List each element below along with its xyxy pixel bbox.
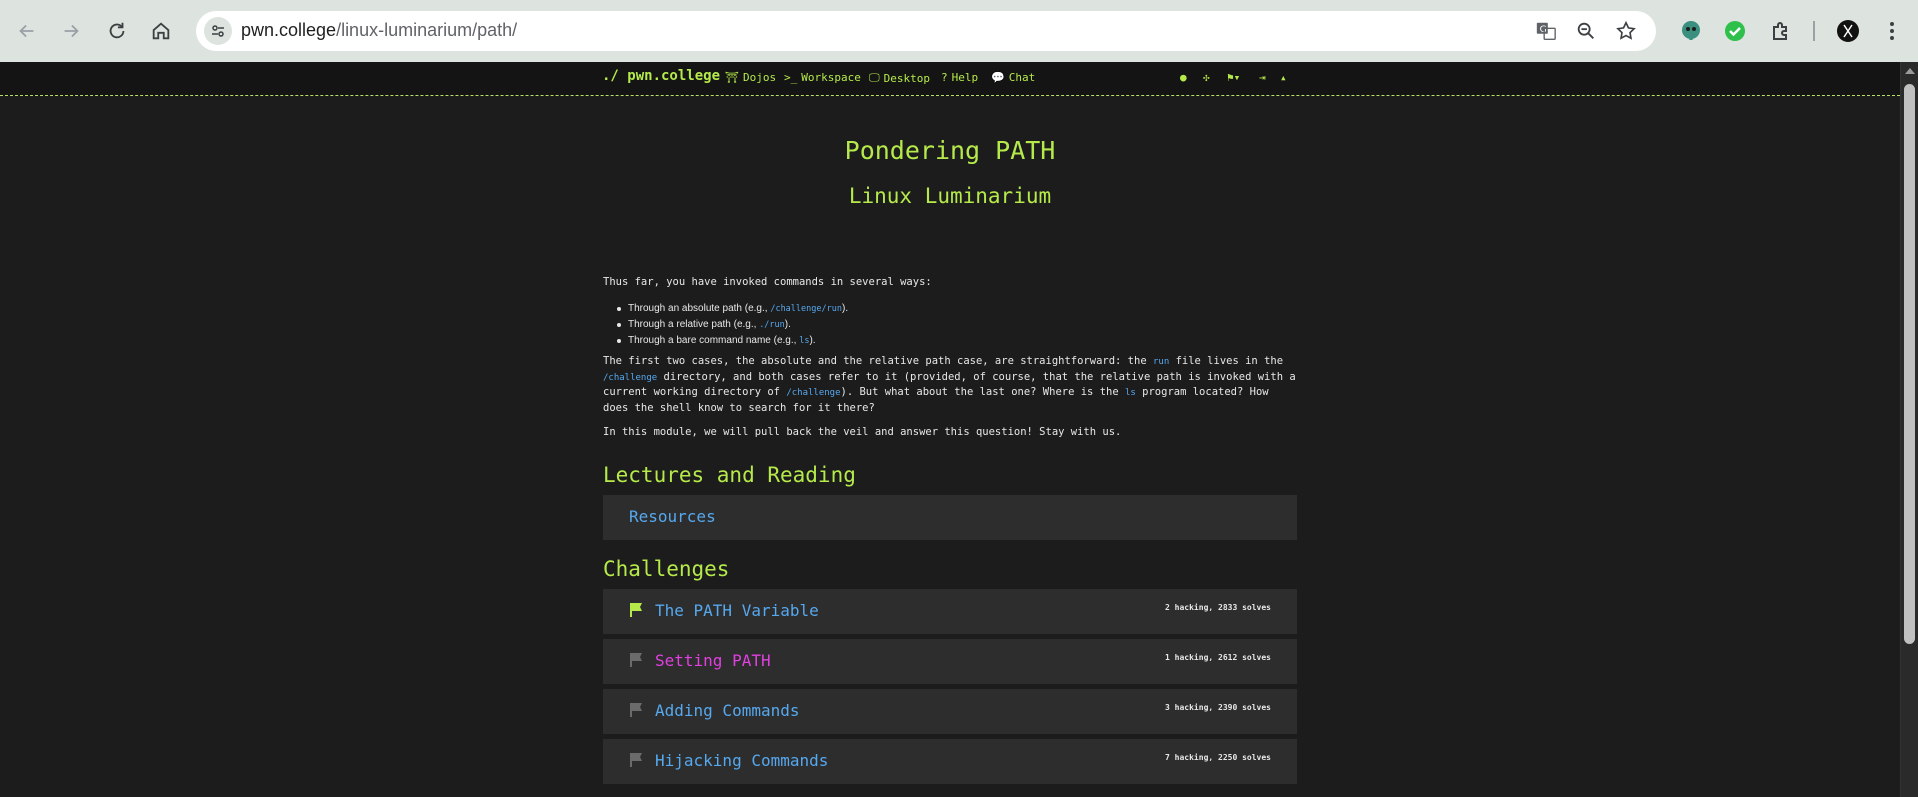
list-item: Through a relative path (e.g., ./run).: [603, 317, 1297, 333]
challenge-card[interactable]: The PATH Variable 2 hacking, 2833 solves: [603, 589, 1297, 634]
challenge-card[interactable]: Hijacking Commands 7 hacking, 2250 solve…: [603, 739, 1297, 784]
lectures-heading: Lectures and Reading: [603, 463, 856, 487]
scroll-up-icon[interactable]: [1905, 68, 1915, 74]
page-subtitle[interactable]: Linux Luminarium: [603, 184, 1297, 208]
list-item-suffix: ).: [841, 303, 849, 314]
brand-link[interactable]: ./ pwn.college: [602, 68, 720, 84]
inline-code: ./run: [759, 320, 785, 330]
arrow-left-icon: [19, 24, 34, 38]
text-span: file lives in the: [1169, 355, 1284, 367]
inline-code: run: [1152, 357, 1170, 367]
question-icon: ?: [941, 71, 948, 84]
page-scrollbar[interactable]: [1900, 62, 1918, 797]
collapse-icon[interactable]: ▴: [1280, 71, 1287, 84]
url-path: /linux-luminarium/path/: [336, 20, 518, 40]
forward-button[interactable]: [53, 13, 89, 49]
toolbar-divider: [1813, 21, 1815, 41]
nav-dojos[interactable]: ⛩ Dojos: [725, 71, 776, 84]
site-info-icon[interactable]: [204, 17, 232, 45]
back-button[interactable]: [9, 13, 45, 49]
home-button[interactable]: [143, 13, 179, 49]
browser-toolbar: pwn.college/linux-luminarium/path/ G: [0, 0, 1918, 62]
url-host: pwn.college: [241, 20, 337, 40]
nav-desktop-label: Desktop: [883, 71, 930, 85]
text-span: ). But what about the last one? Where is…: [840, 386, 1125, 399]
unsolved-flag-icon: [630, 753, 642, 767]
closing-text: In this module, we will pull back the ve…: [603, 426, 1122, 438]
nav-help[interactable]: ? Help: [941, 71, 978, 84]
list-item: Through a bare command name (e.g., ls).: [603, 333, 1297, 349]
unsolved-flag-icon: [630, 653, 642, 667]
extension-check-icon[interactable]: [1721, 17, 1749, 45]
challenge-name: Setting PATH: [655, 651, 771, 670]
challenge-stats: 7 hacking, 2250 solves: [1165, 753, 1271, 762]
list-item-suffix: ).: [784, 319, 791, 330]
url-text[interactable]: pwn.college/linux-luminarium/path/: [241, 20, 517, 41]
challenge-card[interactable]: Setting PATH 1 hacking, 2612 solves: [603, 639, 1297, 684]
bookmark-star-icon[interactable]: [1614, 19, 1638, 43]
torii-gate-icon: ⛩: [725, 71, 739, 84]
inline-code: /challenge: [603, 372, 658, 383]
extension-alien-icon[interactable]: [1677, 17, 1705, 45]
challenge-stats: 1 hacking, 2612 solves: [1165, 653, 1271, 662]
solved-flag-icon: [630, 603, 642, 617]
address-bar[interactable]: pwn.college/linux-luminarium/path/ G: [196, 11, 1656, 51]
challenges-heading: Challenges: [603, 557, 730, 581]
challenge-stats: 2 hacking, 2833 solves: [1165, 603, 1271, 612]
resources-card[interactable]: Resources: [603, 495, 1297, 540]
challenge-stats: 3 hacking, 2390 solves: [1165, 703, 1271, 712]
nav-workspace-label: Workspace: [801, 71, 861, 84]
extensions-puzzle-icon[interactable]: [1767, 17, 1795, 45]
inline-code: ls: [799, 336, 810, 346]
flag-dropdown-icon[interactable]: ⚑▾: [1227, 71, 1240, 84]
nav-dojos-label: Dojos: [742, 71, 777, 84]
unsolved-flag-icon: [630, 703, 642, 717]
list-item-text: Through an absolute path (e.g.,: [628, 303, 771, 314]
challenge-name: Adding Commands: [655, 701, 800, 720]
reload-icon: [109, 22, 125, 39]
desktop-icon: 🖵: [869, 71, 880, 84]
nav-workspace[interactable]: >_ Workspace: [784, 71, 861, 84]
zoom-icon[interactable]: [1574, 19, 1598, 43]
intro-text: Thus far, you have invoked commands in s…: [603, 276, 932, 288]
arrow-right-icon: [64, 24, 79, 38]
settings-icon[interactable]: ✣: [1203, 71, 1210, 84]
svg-text:G: G: [1540, 24, 1547, 35]
terminal-icon: >_: [784, 71, 798, 84]
challenge-name: The PATH Variable: [655, 601, 819, 620]
profile-avatar[interactable]: [1834, 17, 1862, 45]
reload-button[interactable]: [99, 13, 135, 49]
list-item-text: Through a bare command name (e.g.,: [628, 335, 800, 346]
list-item-suffix: ).: [809, 335, 816, 346]
inline-code: ls: [1125, 388, 1136, 399]
inline-code: /challenge: [786, 388, 841, 399]
list-item: Through an absolute path (e.g., /challen…: [603, 301, 1297, 317]
nav-chat-label: Chat: [1008, 71, 1036, 84]
challenge-name: Hijacking Commands: [655, 751, 829, 770]
site-navbar: ./ pwn.college ⛩ Dojos >_ Workspace 🖵 Deskt…: [0, 62, 1900, 96]
nav-help-label: Help: [951, 71, 979, 84]
list-item-text: Through a relative path (e.g.,: [628, 319, 760, 330]
menu-kebab-icon[interactable]: [1878, 17, 1906, 45]
explanation-text: The first two cases, the absolute and th…: [603, 354, 1297, 415]
translate-icon[interactable]: G: [1534, 19, 1558, 43]
user-icon[interactable]: ●: [1180, 71, 1187, 84]
scroll-thumb[interactable]: [1904, 84, 1915, 644]
nav-chat[interactable]: 💬 Chat: [991, 71, 1035, 84]
text-span: The first two cases, the absolute and th…: [603, 355, 1153, 367]
invocation-list: Through an absolute path (e.g., /challen…: [603, 301, 1297, 349]
chat-icon: 💬: [991, 71, 1005, 84]
nav-desktop[interactable]: 🖵 Desktop: [869, 71, 930, 85]
inline-code: /challenge/run: [770, 304, 842, 314]
resources-label: Resources: [629, 507, 716, 526]
page-title: Pondering PATH: [844, 136, 1056, 165]
home-icon: [152, 22, 170, 40]
logout-icon[interactable]: ⇥: [1259, 71, 1266, 84]
challenge-card[interactable]: Adding Commands 3 hacking, 2390 solves: [603, 689, 1297, 734]
